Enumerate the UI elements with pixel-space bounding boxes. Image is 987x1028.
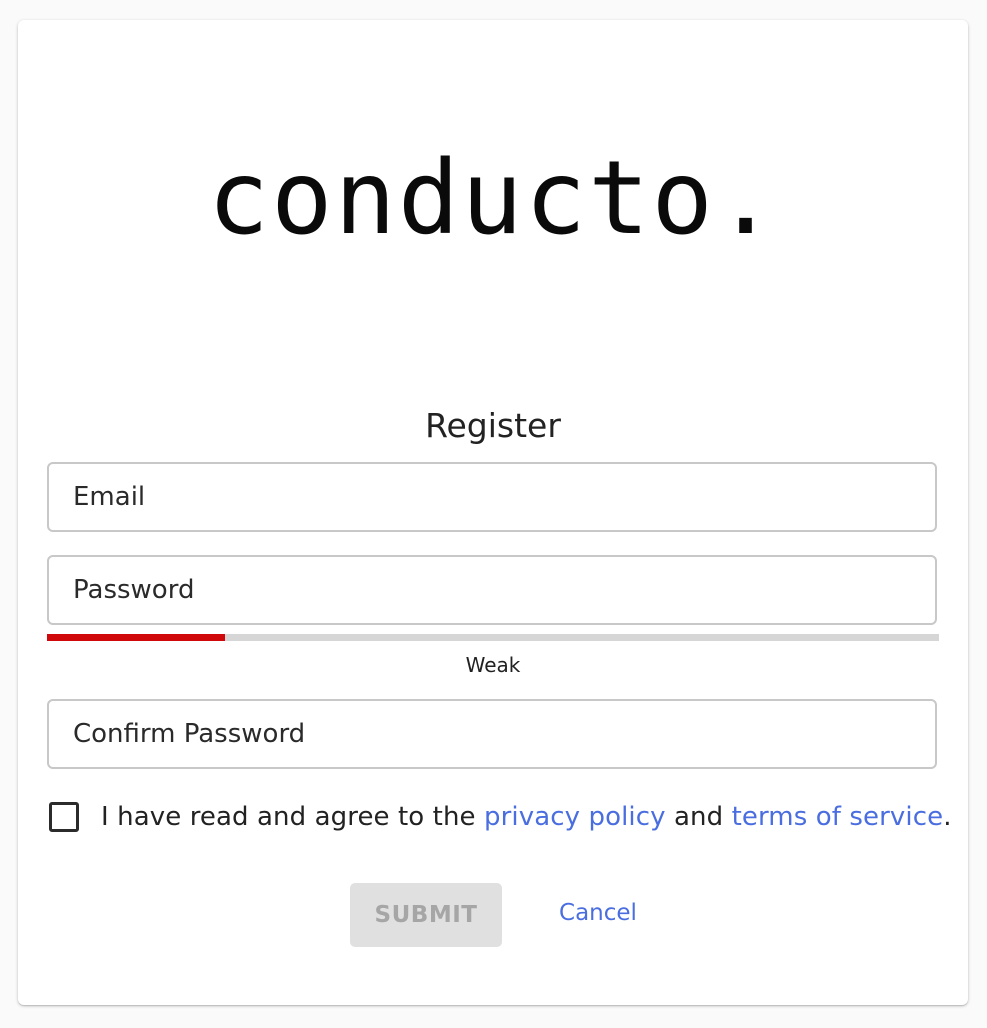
agreement-text: I have read and agree to the privacy pol… bbox=[101, 802, 952, 832]
page-title: Register bbox=[425, 406, 561, 445]
agreement-middle: and bbox=[665, 802, 732, 832]
email-field-container bbox=[47, 462, 937, 532]
agreement-row: I have read and agree to the privacy pol… bbox=[49, 800, 952, 834]
confirm-password-field-container bbox=[47, 699, 937, 769]
conducto-logo: conducto. bbox=[207, 139, 779, 258]
password-field-container bbox=[47, 555, 937, 625]
submit-button[interactable]: SUBMIT bbox=[350, 883, 502, 947]
password-strength-label: Weak bbox=[465, 653, 521, 677]
password-strength-bar bbox=[47, 634, 939, 641]
cancel-button[interactable]: Cancel bbox=[548, 883, 648, 943]
password-field[interactable] bbox=[49, 557, 935, 623]
agreement-suffix: . bbox=[943, 802, 952, 832]
agree-checkbox[interactable] bbox=[49, 802, 79, 832]
confirm-password-field[interactable] bbox=[49, 701, 935, 767]
email-field[interactable] bbox=[49, 464, 935, 530]
register-card: conducto. Register Weak I have read and … bbox=[18, 20, 968, 1005]
privacy-policy-link[interactable]: privacy policy bbox=[484, 802, 666, 832]
terms-of-service-link[interactable]: terms of service bbox=[732, 802, 944, 832]
password-strength-fill bbox=[47, 634, 226, 641]
agreement-prefix: I have read and agree to the bbox=[101, 802, 484, 832]
